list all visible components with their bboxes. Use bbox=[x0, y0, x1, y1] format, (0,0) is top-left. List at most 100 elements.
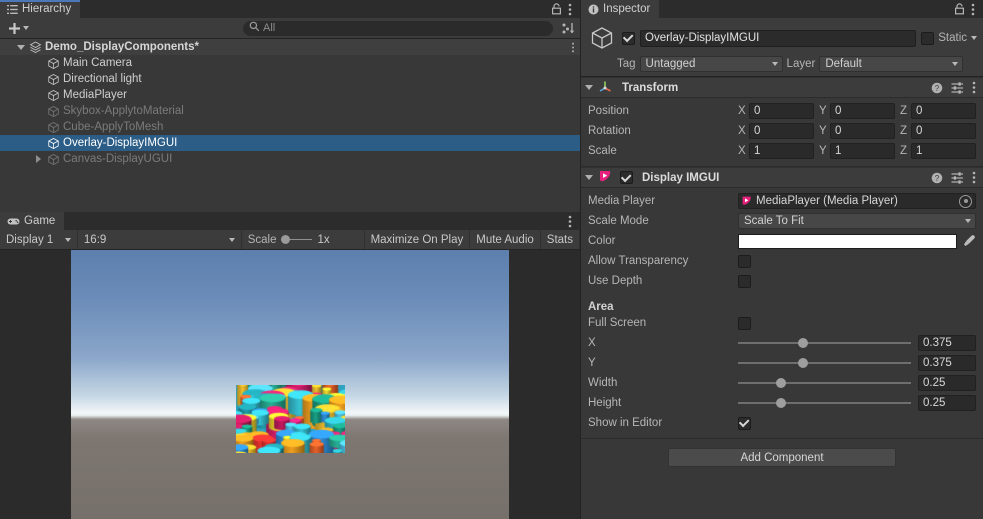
tag-dropdown[interactable]: Untagged bbox=[639, 56, 783, 72]
hierarchy-item-mediaplayer[interactable]: MediaPlayer bbox=[0, 87, 580, 103]
gameobject-enabled-checkbox[interactable] bbox=[622, 31, 635, 45]
tab-inspector[interactable]: Inspector bbox=[581, 0, 660, 18]
stats-label: Stats bbox=[546, 233, 573, 246]
object-picker-icon[interactable] bbox=[959, 194, 972, 208]
create-object-button[interactable] bbox=[4, 20, 33, 37]
preset-icon[interactable] bbox=[951, 81, 964, 94]
numeric-input[interactable]: 0 bbox=[749, 103, 814, 119]
transform-position-y[interactable]: Y0 bbox=[819, 103, 895, 119]
chevron-down-icon[interactable] bbox=[971, 36, 977, 40]
eyedropper-icon[interactable] bbox=[962, 234, 976, 248]
numeric-input[interactable]: 0 bbox=[749, 123, 814, 139]
transform-rotation-z[interactable]: Z0 bbox=[900, 123, 976, 139]
hierarchy-item-directional-light[interactable]: Directional light bbox=[0, 71, 580, 87]
game-controller-icon bbox=[7, 217, 20, 226]
numeric-input[interactable]: 0 bbox=[830, 103, 895, 119]
slider-handle[interactable] bbox=[797, 338, 808, 348]
hierarchy-item-main-camera[interactable]: Main Camera bbox=[0, 55, 580, 71]
media-player-value: MediaPlayer (Media Player) bbox=[756, 195, 898, 207]
numeric-input[interactable]: 0 bbox=[830, 123, 895, 139]
panel-splitter[interactable] bbox=[580, 0, 581, 519]
full-screen-checkbox[interactable] bbox=[738, 316, 751, 330]
area-y-value-field[interactable]: 0.375 bbox=[918, 355, 976, 371]
help-icon[interactable]: ? bbox=[931, 82, 943, 94]
area-height-value-field[interactable]: 0.25 bbox=[918, 395, 976, 411]
hierarchy-item-demo-displaycomponents[interactable]: Demo_DisplayComponents* bbox=[0, 39, 580, 55]
static-checkbox[interactable] bbox=[921, 31, 935, 45]
use-depth-checkbox[interactable] bbox=[738, 274, 751, 288]
aspect-dropdown[interactable]: 16:9 bbox=[78, 230, 242, 249]
numeric-input[interactable]: 1 bbox=[911, 143, 976, 159]
area-width-value-field[interactable]: 0.25 bbox=[918, 375, 976, 391]
game-toolbar: Display 1 16:9 Scale 1x Maximize On Play… bbox=[0, 230, 580, 250]
display-dropdown-label: Display 1 bbox=[6, 233, 54, 246]
tab-hierarchy[interactable]: Hierarchy bbox=[0, 0, 81, 18]
slider-handle[interactable] bbox=[776, 398, 787, 408]
foldout-triangle-icon[interactable] bbox=[585, 175, 593, 180]
scale-slider-group[interactable]: Scale 1x bbox=[242, 230, 365, 249]
area-x-slider[interactable] bbox=[738, 335, 911, 351]
numeric-input[interactable]: 1 bbox=[830, 143, 895, 159]
scale-mode-dropdown[interactable]: Scale To Fit bbox=[738, 213, 976, 229]
kebab-menu-icon[interactable] bbox=[571, 39, 575, 55]
transform-scale-y[interactable]: Y1 bbox=[819, 143, 895, 159]
foldout-collapsed-icon[interactable] bbox=[32, 155, 45, 163]
media-player-object-field[interactable]: MediaPlayer (Media Player) bbox=[738, 193, 976, 209]
sort-icon[interactable] bbox=[561, 21, 576, 36]
search-input[interactable]: All bbox=[243, 20, 553, 36]
hierarchy-item-skybox-applytomaterial[interactable]: Skybox-ApplytoMaterial bbox=[0, 103, 580, 119]
numeric-input[interactable]: 0 bbox=[911, 123, 976, 139]
layer-dropdown[interactable]: Default bbox=[819, 56, 964, 72]
scale-slider-knob[interactable] bbox=[281, 235, 291, 244]
display-imgui-component-header[interactable]: Display IMGUI ? bbox=[581, 167, 983, 188]
lock-icon[interactable] bbox=[551, 3, 562, 15]
game-viewport[interactable] bbox=[0, 250, 580, 519]
show-in-editor-checkbox[interactable] bbox=[738, 416, 751, 430]
hierarchy-item-canvas-displayugui[interactable]: Canvas-DisplayUGUI bbox=[0, 151, 580, 167]
display-imgui-component-body: Media Player MediaPlayer (Media Player) … bbox=[581, 188, 983, 439]
preset-icon[interactable] bbox=[951, 171, 964, 184]
display-dropdown[interactable]: Display 1 bbox=[0, 230, 78, 249]
kebab-menu-icon[interactable] bbox=[568, 215, 572, 228]
scale-slider[interactable] bbox=[281, 235, 313, 244]
allow-transparency-checkbox[interactable] bbox=[738, 254, 751, 268]
slider-handle[interactable] bbox=[776, 378, 787, 388]
mute-audio-toggle[interactable]: Mute Audio bbox=[470, 230, 541, 249]
help-icon[interactable]: ? bbox=[931, 172, 943, 184]
stats-toggle[interactable]: Stats bbox=[541, 230, 580, 249]
kebab-menu-icon[interactable] bbox=[568, 3, 572, 16]
transform-position-x[interactable]: X0 bbox=[738, 103, 814, 119]
transform-rotation-y[interactable]: Y0 bbox=[819, 123, 895, 139]
lock-icon[interactable] bbox=[954, 3, 965, 15]
area-sliders: X 0.375 Y 0.375 Width 0.25 Height 0.25 bbox=[588, 333, 976, 413]
kebab-menu-icon[interactable] bbox=[971, 3, 975, 16]
tab-game[interactable]: Game bbox=[0, 212, 65, 230]
kebab-menu-icon[interactable] bbox=[972, 171, 976, 184]
foldout-triangle-icon[interactable] bbox=[585, 85, 593, 90]
area-x-value-field[interactable]: 0.375 bbox=[918, 335, 976, 351]
add-component-button[interactable]: Add Component bbox=[668, 448, 896, 467]
hierarchy-item-overlay-displayimgui[interactable]: Overlay-DisplayIMGUI bbox=[0, 135, 580, 151]
display-imgui-enabled-checkbox[interactable] bbox=[620, 171, 633, 184]
slider-track bbox=[738, 342, 911, 344]
transform-scale-x[interactable]: X1 bbox=[738, 143, 814, 159]
kebab-menu-icon[interactable] bbox=[972, 81, 976, 94]
hierarchy-item-cube-applytomesh[interactable]: Cube-ApplyToMesh bbox=[0, 119, 580, 135]
foldout-expanded-icon[interactable] bbox=[14, 44, 27, 50]
maximize-on-play-toggle[interactable]: Maximize On Play bbox=[365, 230, 471, 249]
area-height-slider[interactable] bbox=[738, 395, 911, 411]
numeric-input[interactable]: 0 bbox=[911, 103, 976, 119]
color-swatch-field[interactable] bbox=[738, 233, 957, 249]
gameobject-name-field[interactable]: Overlay-DisplayIMGUI bbox=[640, 29, 917, 47]
hierarchy-item-label: Overlay-DisplayIMGUI bbox=[63, 137, 178, 149]
transform-rotation-x[interactable]: X0 bbox=[738, 123, 814, 139]
transform-component-header[interactable]: Transform ? bbox=[581, 77, 983, 98]
transform-scale-z[interactable]: Z1 bbox=[900, 143, 976, 159]
slider-handle[interactable] bbox=[797, 358, 808, 368]
search-icon bbox=[249, 21, 260, 35]
area-y-slider[interactable] bbox=[738, 355, 911, 371]
numeric-input[interactable]: 1 bbox=[749, 143, 814, 159]
static-group[interactable]: Static bbox=[921, 31, 977, 45]
transform-position-z[interactable]: Z0 bbox=[900, 103, 976, 119]
area-width-slider[interactable] bbox=[738, 375, 911, 391]
